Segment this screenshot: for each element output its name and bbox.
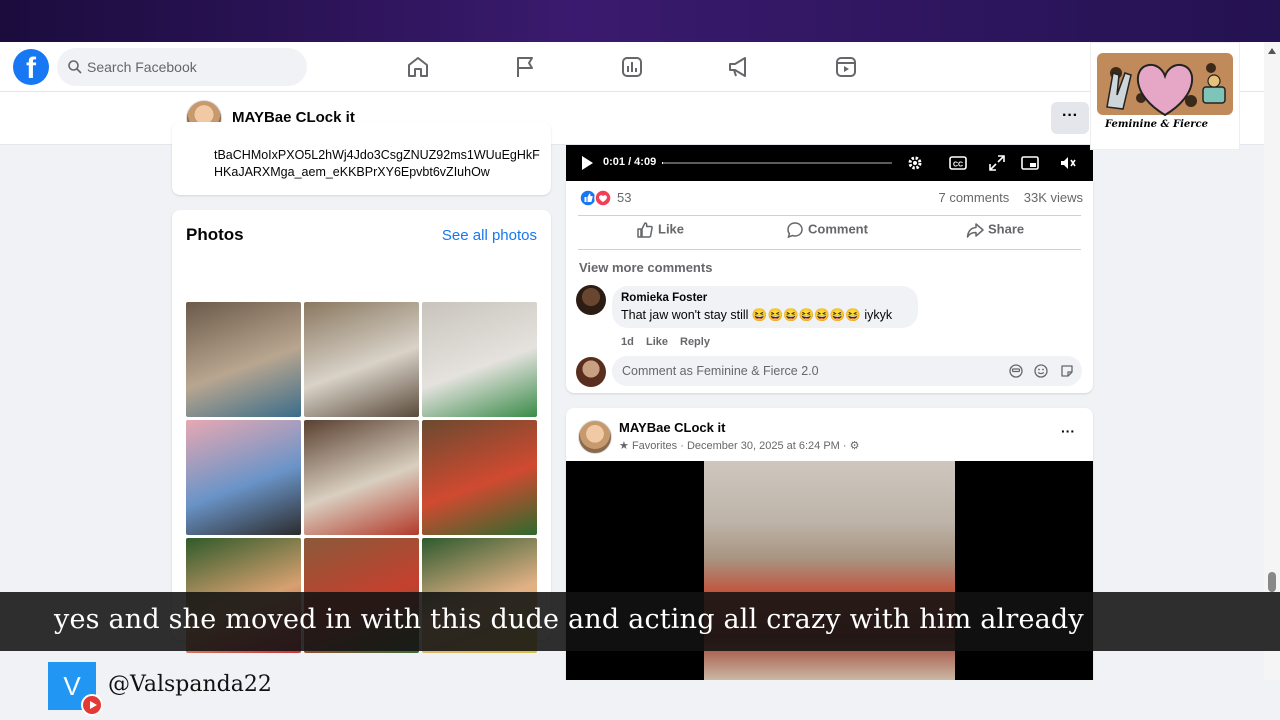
comment-input[interactable] bbox=[622, 362, 982, 380]
comment-button[interactable]: Comment bbox=[786, 221, 868, 241]
comment-label: Comment bbox=[808, 221, 868, 237]
share-button[interactable]: Share bbox=[966, 221, 1024, 241]
caption-bar: yes and she moved in with this dude and … bbox=[0, 592, 1280, 651]
comment-bubble: Romieka Foster That jaw won't stay still… bbox=[612, 286, 918, 328]
comment-text: That jaw won't stay still 😆😆😆😆😆😆😆 iykyk bbox=[621, 308, 893, 322]
photos-card: Photos See all photos bbox=[172, 210, 551, 653]
video-controls: 0:01 / 4:09 CC bbox=[566, 145, 1093, 181]
channel-handle: @Valspanda22 bbox=[108, 672, 272, 697]
settings-icon[interactable] bbox=[906, 154, 924, 172]
home-icon[interactable] bbox=[405, 54, 431, 80]
video-icon[interactable] bbox=[833, 54, 859, 80]
chart-icon[interactable] bbox=[619, 54, 645, 80]
divider bbox=[578, 249, 1081, 250]
profile-more-button[interactable]: ··· bbox=[1051, 102, 1089, 134]
youtube-icon bbox=[81, 694, 103, 716]
divider bbox=[578, 215, 1081, 216]
comment-bubble-icon bbox=[787, 222, 803, 239]
view-count: 33K views bbox=[1023, 190, 1083, 205]
post-meta-text[interactable]: Favorites · December 30, 2025 at 6:24 PM… bbox=[632, 440, 847, 452]
megaphone-icon[interactable] bbox=[726, 54, 752, 80]
sticker-icon[interactable] bbox=[1060, 364, 1074, 378]
emoji-icon[interactable] bbox=[1034, 364, 1048, 378]
reaction-count[interactable]: 53 bbox=[617, 190, 631, 205]
like-label: Like bbox=[658, 221, 685, 237]
scroll-up-arrow-icon[interactable] bbox=[1268, 48, 1276, 54]
photo-thumbnail[interactable] bbox=[186, 420, 301, 535]
facebook-logo-icon[interactable]: f bbox=[13, 49, 49, 85]
flag-icon[interactable] bbox=[512, 54, 538, 80]
post-card: 53 7 comments 33K views Like Comment Sha… bbox=[566, 181, 1093, 393]
video-progress-track[interactable] bbox=[662, 162, 892, 164]
comment-composer[interactable] bbox=[612, 356, 1082, 386]
photo-thumbnail[interactable] bbox=[422, 302, 537, 417]
like-button[interactable]: Like bbox=[636, 221, 684, 241]
search-box[interactable] bbox=[57, 48, 307, 86]
photo-thumbnail[interactable] bbox=[304, 302, 419, 417]
post-meta: ★ Favorites · December 30, 2025 at 6:24 … bbox=[619, 439, 859, 452]
view-more-comments-link[interactable]: View more comments bbox=[579, 260, 712, 275]
intro-link-text[interactable]: tBaCHMoIxPXO5L2hWj4Jdo3CsgZNUZ92ms1WUuEg… bbox=[214, 147, 544, 181]
caption-text: yes and she moved in with this dude and … bbox=[54, 604, 1084, 635]
scrollbar[interactable] bbox=[1264, 42, 1280, 680]
svg-text:CC: CC bbox=[953, 162, 963, 169]
share-label: Share bbox=[988, 221, 1025, 237]
channel-watermark: V @Valspanda22 bbox=[48, 662, 348, 716]
search-input[interactable] bbox=[87, 57, 287, 77]
comments-views-count[interactable]: 7 comments 33K views bbox=[938, 190, 1083, 205]
avatar-sticker-icon[interactable] bbox=[1009, 364, 1023, 378]
photos-title: Photos bbox=[186, 225, 244, 244]
video-time: 0:01 / 4:09 bbox=[603, 156, 657, 168]
comment-like-button[interactable]: Like bbox=[646, 336, 668, 348]
current-user-avatar bbox=[576, 357, 606, 387]
post-author-avatar[interactable] bbox=[578, 420, 612, 454]
star-icon: ★ bbox=[619, 440, 629, 452]
photo-thumbnail[interactable] bbox=[304, 420, 419, 535]
comment-time: 1d bbox=[621, 336, 634, 348]
photo-thumbnail[interactable] bbox=[422, 420, 537, 535]
share-arrow-icon bbox=[966, 223, 984, 238]
see-all-photos-link[interactable]: See all photos bbox=[442, 227, 537, 244]
thumbs-up-icon bbox=[637, 222, 653, 238]
heart-peace-logo-icon bbox=[1091, 43, 1239, 149]
logo-text: Feminine & Fierce bbox=[1105, 119, 1208, 130]
comment-count[interactable]: 7 comments bbox=[938, 190, 1009, 205]
fullscreen-icon[interactable] bbox=[988, 154, 1006, 172]
post-more-button[interactable]: ··· bbox=[1061, 423, 1075, 439]
video-progress-fill bbox=[662, 162, 663, 164]
brand-logo-overlay: Feminine & Fierce bbox=[1090, 42, 1240, 150]
comment-author[interactable]: Romieka Foster bbox=[621, 292, 707, 304]
mute-icon[interactable] bbox=[1059, 154, 1077, 172]
desktop-background bbox=[0, 0, 1280, 42]
reaction-icons[interactable] bbox=[579, 189, 615, 207]
post-author-name[interactable]: MAYBae CLock it bbox=[619, 420, 725, 435]
play-icon[interactable] bbox=[578, 154, 596, 172]
intro-card: tBaCHMoIxPXO5L2hWj4Jdo3CsgZNUZ92ms1WUuEg… bbox=[172, 122, 551, 195]
picture-in-picture-icon[interactable] bbox=[1021, 154, 1039, 172]
scroll-thumb[interactable] bbox=[1268, 572, 1276, 592]
search-icon bbox=[68, 60, 82, 74]
facebook-top-nav: f bbox=[0, 42, 1280, 92]
commenter-avatar[interactable] bbox=[576, 285, 606, 315]
captions-icon[interactable]: CC bbox=[949, 154, 967, 172]
gear-icon: ⚙ bbox=[849, 440, 860, 452]
photo-thumbnail[interactable] bbox=[186, 302, 301, 417]
browser-viewport: f MA bbox=[0, 42, 1280, 680]
comment-reply-button[interactable]: Reply bbox=[680, 336, 710, 348]
